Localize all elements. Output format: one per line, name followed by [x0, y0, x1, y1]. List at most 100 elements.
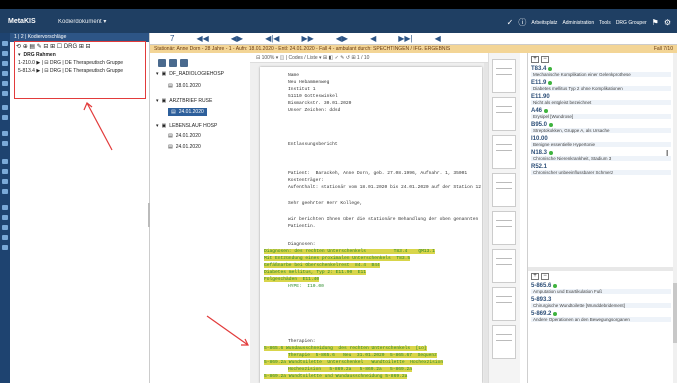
- nav-icon-6[interactable]: [2, 91, 8, 96]
- case-info-bar: Stationär: Anne Dorn - 28 Jahre - 1 - Au…: [150, 45, 677, 53]
- code-card[interactable]: E11.90 Nicht als entgleist bezeichnet: [531, 94, 671, 105]
- toolbar-btn-1[interactable]: 7: [170, 34, 174, 43]
- tree-btn-1[interactable]: [158, 59, 166, 67]
- code-card[interactable]: R52.1 Chronischer unbeeinflussbarer Schm…: [531, 164, 671, 175]
- tree-node[interactable]: ▤ 18.01.2020: [168, 83, 201, 89]
- collapse-icon[interactable]: ▾: [156, 98, 159, 104]
- highlight[interactable]: 5-869.2a Wundtoilette Unterschenkel Wund…: [264, 360, 444, 365]
- highlight[interactable]: 5-865.6 Wundausschneidung des rechten Un…: [264, 346, 427, 351]
- procedure-card[interactable]: 5-869.2 Andere Operationen an den Bewegu…: [531, 311, 671, 322]
- add-code-button[interactable]: +: [531, 56, 539, 63]
- nav-icon-1[interactable]: [2, 41, 8, 46]
- collapse-icon[interactable]: ▾: [156, 71, 159, 77]
- tree-toolbar: [158, 59, 188, 67]
- highlight[interactable]: Diabetes mellitus, Typ 2: E11.90 E11: [264, 270, 366, 275]
- menu-administration[interactable]: Administration: [562, 20, 594, 26]
- toolbar-btn-8[interactable]: ▶▶|: [398, 34, 412, 43]
- toolbar-btn-6[interactable]: ◀▶: [336, 34, 348, 43]
- remove-code-button[interactable]: −: [541, 56, 549, 63]
- page-thumbnail[interactable]: [492, 287, 516, 321]
- toolbar-btn-9[interactable]: ◀: [435, 34, 441, 43]
- tree-node[interactable]: ▤ 24.01.2020: [168, 133, 201, 139]
- nav-icon-7[interactable]: [2, 105, 8, 110]
- page-thumbnail[interactable]: [492, 135, 516, 169]
- toolbar-btn-2[interactable]: ◀◀: [196, 34, 208, 43]
- nav-icon-17[interactable]: [2, 225, 8, 230]
- module-dropdown[interactable]: Kodierdokument ▾: [58, 18, 106, 25]
- code-card[interactable]: I10.00 Benigne essentielle Hypertonie: [531, 136, 671, 147]
- tree-node[interactable]: ▾ ▣ DF_RADIOLOGIEHOSP: [156, 71, 224, 77]
- nav-icon-4[interactable]: [2, 71, 8, 76]
- add-procedure-button[interactable]: +: [531, 273, 539, 280]
- highlight[interactable]: Mit Entzündung eines proximalen Untersch…: [264, 256, 411, 261]
- tree-node[interactable]: ▤ 24.01.2020: [168, 144, 201, 150]
- code-card[interactable]: A46 Erysipel [Wundrose]: [531, 108, 671, 119]
- viewer-toolbar[interactable]: ⊟ 100% ▾ ◫ | Codes / Liste ▾ ⊞ ◧ ✓ ✎ ↺ ⊞…: [250, 53, 488, 63]
- code-card[interactable]: N18.3 Chronische Nierenkrankheit, Stadiu…: [531, 150, 671, 161]
- menu-drg-grouper[interactable]: DRG Grouper: [616, 20, 647, 26]
- code-card[interactable]: E11.9 Diabetes mellitus Typ 2 ohne Kompl…: [531, 80, 671, 91]
- highlight[interactable]: Diagnosen: des rechten Unterschenkels T8…: [264, 249, 435, 254]
- check-icon[interactable]: ✓: [507, 18, 514, 27]
- nav-icon-11[interactable]: [2, 159, 8, 164]
- code-card[interactable]: T83.4 Mechanische Komplikation einer Gel…: [531, 66, 671, 77]
- tree-node[interactable]: ▾ ▣ ARZTBRIEF RUSE: [156, 98, 212, 104]
- remove-procedure-button[interactable]: −: [541, 273, 549, 280]
- toolbar-btn-5[interactable]: ▶▶: [301, 34, 313, 43]
- nav-icon-18[interactable]: [2, 235, 8, 240]
- nav-icon-15[interactable]: [2, 205, 8, 210]
- doc-line: Name: [288, 73, 300, 78]
- collapse-icon[interactable]: ▾: [156, 123, 159, 129]
- toolbar-btn-7[interactable]: ◀: [370, 34, 376, 43]
- nav-icon-10[interactable]: [2, 141, 8, 146]
- tree-node-label: ARZTBRIEF RUSE: [169, 98, 213, 104]
- doc-line-coded: Gefäßnarbe bei Oberschenkelrest 84.4 B44: [264, 263, 380, 268]
- highlight[interactable]: Folgeschäden E11.40: [264, 277, 320, 282]
- help-icon[interactable]: ⓘ: [518, 17, 526, 28]
- nav-icon-9[interactable]: [2, 131, 8, 136]
- procedure-card[interactable]: 5-893.3 Chirurgische Wundtoilette [Wundd…: [531, 297, 671, 308]
- nav-icon-12[interactable]: [2, 169, 8, 174]
- nav-icon-13[interactable]: [2, 179, 8, 184]
- settings-icon[interactable]: ⚙: [664, 18, 671, 27]
- case-counter: Fall 7/10: [653, 46, 673, 52]
- highlight[interactable]: Gefäßnarbe bei Oberschenkelrest 84.4 B44: [264, 263, 380, 268]
- doc-line-coded: 5-869.2a Wundtoilette und Wundausschneid…: [264, 374, 408, 379]
- page-thumbnail[interactable]: [492, 211, 516, 245]
- page-thumbnail[interactable]: [492, 173, 516, 207]
- codes-scrollbar[interactable]: [673, 53, 677, 383]
- menu-workplace[interactable]: Arbeitsplatz: [531, 20, 557, 26]
- nav-icon-5[interactable]: [2, 81, 8, 86]
- highlight[interactable]: Therapie 5-865.6 Neu 31.01.2020 5-865.67…: [288, 353, 437, 358]
- document-page[interactable]: Name Neu Hebammenweg Institut 1 51110 Go…: [260, 67, 482, 383]
- nav-icon-8[interactable]: [2, 115, 8, 120]
- code-card[interactable]: B95.0 Streptokokken, Gruppe A, als Ursac…: [531, 122, 671, 133]
- tree-btn-3[interactable]: [180, 59, 188, 67]
- highlight[interactable]: 5-869.2a Wundtoilette und Wundausschneid…: [264, 374, 408, 379]
- highlight[interactable]: Hochexzision 5-869.2a 5-869.2a 5-869.2a: [288, 367, 413, 372]
- menu-tools[interactable]: Tools: [599, 20, 611, 26]
- page-thumbnail[interactable]: [492, 249, 516, 283]
- status-dot-icon: [548, 81, 553, 85]
- nav-icon-19[interactable]: [2, 245, 8, 250]
- document-viewer: ⊟ 100% ▾ ◫ | Codes / Liste ▾ ⊞ ◧ ✓ ✎ ↺ ⊞…: [250, 53, 488, 383]
- nav-icon-16[interactable]: [2, 215, 8, 220]
- page-thumbnail[interactable]: [492, 97, 516, 131]
- tree-btn-2[interactable]: [169, 59, 177, 67]
- procedures-panel-buttons: + −: [531, 273, 549, 280]
- panel-divider[interactable]: [528, 267, 677, 271]
- toolbar-btn-3[interactable]: ◀▶: [231, 34, 243, 43]
- flag-icon[interactable]: ⚑: [652, 18, 659, 27]
- procedure-card[interactable]: 5-865.6 Amputation und Exartikulation Fu…: [531, 283, 671, 294]
- nav-icon-2[interactable]: [2, 51, 8, 56]
- toolbar-btn-4[interactable]: ◀|◀: [265, 34, 279, 43]
- annotation-box: [14, 41, 146, 99]
- nav-icon-14[interactable]: [2, 189, 8, 194]
- tree-node-label: 24.01.2020: [175, 144, 201, 150]
- page-thumbnail[interactable]: [492, 325, 516, 359]
- tree-node[interactable]: ▾ ▣ LEBENSLAUF HOSP: [156, 123, 217, 129]
- code-description: Benigne essentielle Hypertonie: [531, 142, 671, 147]
- tree-node-selected[interactable]: ▤ 24.01.2020: [168, 108, 207, 116]
- page-thumbnail[interactable]: [492, 59, 516, 93]
- nav-icon-3[interactable]: [2, 61, 8, 66]
